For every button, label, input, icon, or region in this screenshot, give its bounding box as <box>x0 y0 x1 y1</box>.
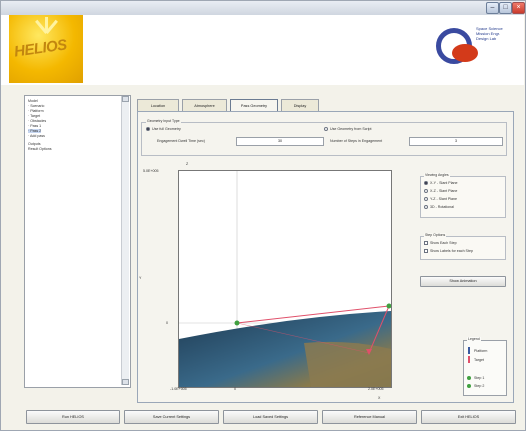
steps-label: Number of Steps in Engagement <box>330 139 383 143</box>
run-helios-button[interactable]: Run HELIOS <box>26 410 120 424</box>
show-each-step-label: Show Each Step <box>430 241 457 245</box>
tree-item-selected[interactable]: · Pass 2 <box>28 129 42 133</box>
pass-geometry-plot[interactable] <box>178 170 392 388</box>
earth-landmass <box>304 341 391 387</box>
tree-item[interactable]: · Obstacles <box>28 119 46 123</box>
script-geometry-label: Use Geometry from Script <box>330 127 372 131</box>
step-2-legend-icon <box>467 384 471 388</box>
tree-item[interactable]: · Pass 1 <box>28 124 41 128</box>
step-1-marker <box>234 320 240 326</box>
y-top-tick: 5.0E+005 <box>143 169 159 173</box>
show-each-step-checkbox[interactable] <box>424 241 428 245</box>
x-axis-label: X <box>378 396 381 400</box>
full-geometry-radio[interactable] <box>146 127 150 131</box>
show-step-labels-checkbox[interactable] <box>424 249 428 253</box>
view-3d-radio[interactable] <box>424 205 428 209</box>
view-xz-radio[interactable] <box>424 189 428 193</box>
load-settings-button[interactable]: Load Saved Settings <box>223 410 318 424</box>
x-mid-tick: 0 <box>234 387 236 391</box>
legend-platform-label: Platform <box>474 349 488 353</box>
step-options-group-label: Step Options <box>424 233 447 237</box>
x-left-tick: -1.0E+005 <box>170 387 187 391</box>
minimize-icon[interactable]: – <box>486 2 499 14</box>
maximize-icon[interactable]: □ <box>499 2 512 14</box>
tree-item[interactable]: · Add pass <box>28 134 45 138</box>
z-axis-label: Z <box>186 162 189 166</box>
engagement-time-input[interactable]: 30 <box>236 137 324 146</box>
view-yz-label: Y-Z - Slant Plane <box>430 197 458 201</box>
steps-input[interactable]: 3 <box>409 137 503 146</box>
show-animation-button[interactable]: Show Animation <box>420 276 506 287</box>
step-1-legend-icon <box>467 376 471 380</box>
scroll-down-icon[interactable] <box>122 379 129 385</box>
tree-item[interactable]: Outputs <box>28 142 41 146</box>
lab-logo-text: Space Science Mission Engr. Design Lab <box>476 26 516 41</box>
view-3d-label: 3D - Rotational <box>430 205 454 209</box>
close-icon[interactable]: × <box>512 2 525 14</box>
tree-item[interactable]: Result Options <box>28 147 52 151</box>
scroll-up-icon[interactable] <box>122 96 129 102</box>
x-right-tick: 2.0E+005 <box>368 387 384 391</box>
step-2-marker <box>386 303 391 309</box>
exit-helios-button[interactable]: Exit HELIOS <box>421 410 516 424</box>
view-yz-radio[interactable] <box>424 197 428 201</box>
tree-scrollbar[interactable] <box>121 96 129 385</box>
view-xy-label: X-Y - Slant Plane <box>430 181 458 185</box>
reference-manual-button[interactable]: Reference Manual <box>322 410 417 424</box>
title-bar[interactable] <box>1 1 524 15</box>
view-xz-label: X-Z - Slant Plane <box>430 189 458 193</box>
legend-title: Legend <box>467 337 481 341</box>
y-axis-label: Y <box>139 276 142 280</box>
engagement-time-label: Engagement Dwell Time (sec) <box>157 139 205 143</box>
lab-logo-line: Design Lab <box>476 36 497 41</box>
legend-step-1-label: Step 1 <box>474 376 485 380</box>
full-geometry-label: Use full Geometry <box>152 127 181 131</box>
show-step-labels-label: Show Labels for each Step <box>430 249 473 253</box>
legend-step-2-label: Step 2 <box>474 384 485 388</box>
step-options-group <box>420 236 506 260</box>
y-mid-tick: 0 <box>166 321 168 325</box>
tree-item[interactable]: · Scenario <box>28 104 44 108</box>
model-tree[interactable]: Model · Scenario · Platform · Target · O… <box>24 95 131 388</box>
platform-legend-icon <box>468 347 470 354</box>
tree-item[interactable]: Model <box>28 99 38 103</box>
geometry-input-group-label: Geometry Input Type <box>146 119 181 123</box>
target-legend-icon <box>468 356 470 363</box>
lab-logo-swoosh-icon <box>452 44 478 62</box>
viewing-angles-group-label: Viewing Angles <box>424 173 450 177</box>
tree-item[interactable]: · Target <box>28 114 40 118</box>
view-xy-radio[interactable] <box>424 181 428 185</box>
legend-target-label: Target <box>474 358 484 362</box>
tree-item[interactable]: · Platform <box>28 109 44 113</box>
save-settings-button[interactable]: Save Current Settings <box>124 410 219 424</box>
script-geometry-radio[interactable] <box>324 127 328 131</box>
